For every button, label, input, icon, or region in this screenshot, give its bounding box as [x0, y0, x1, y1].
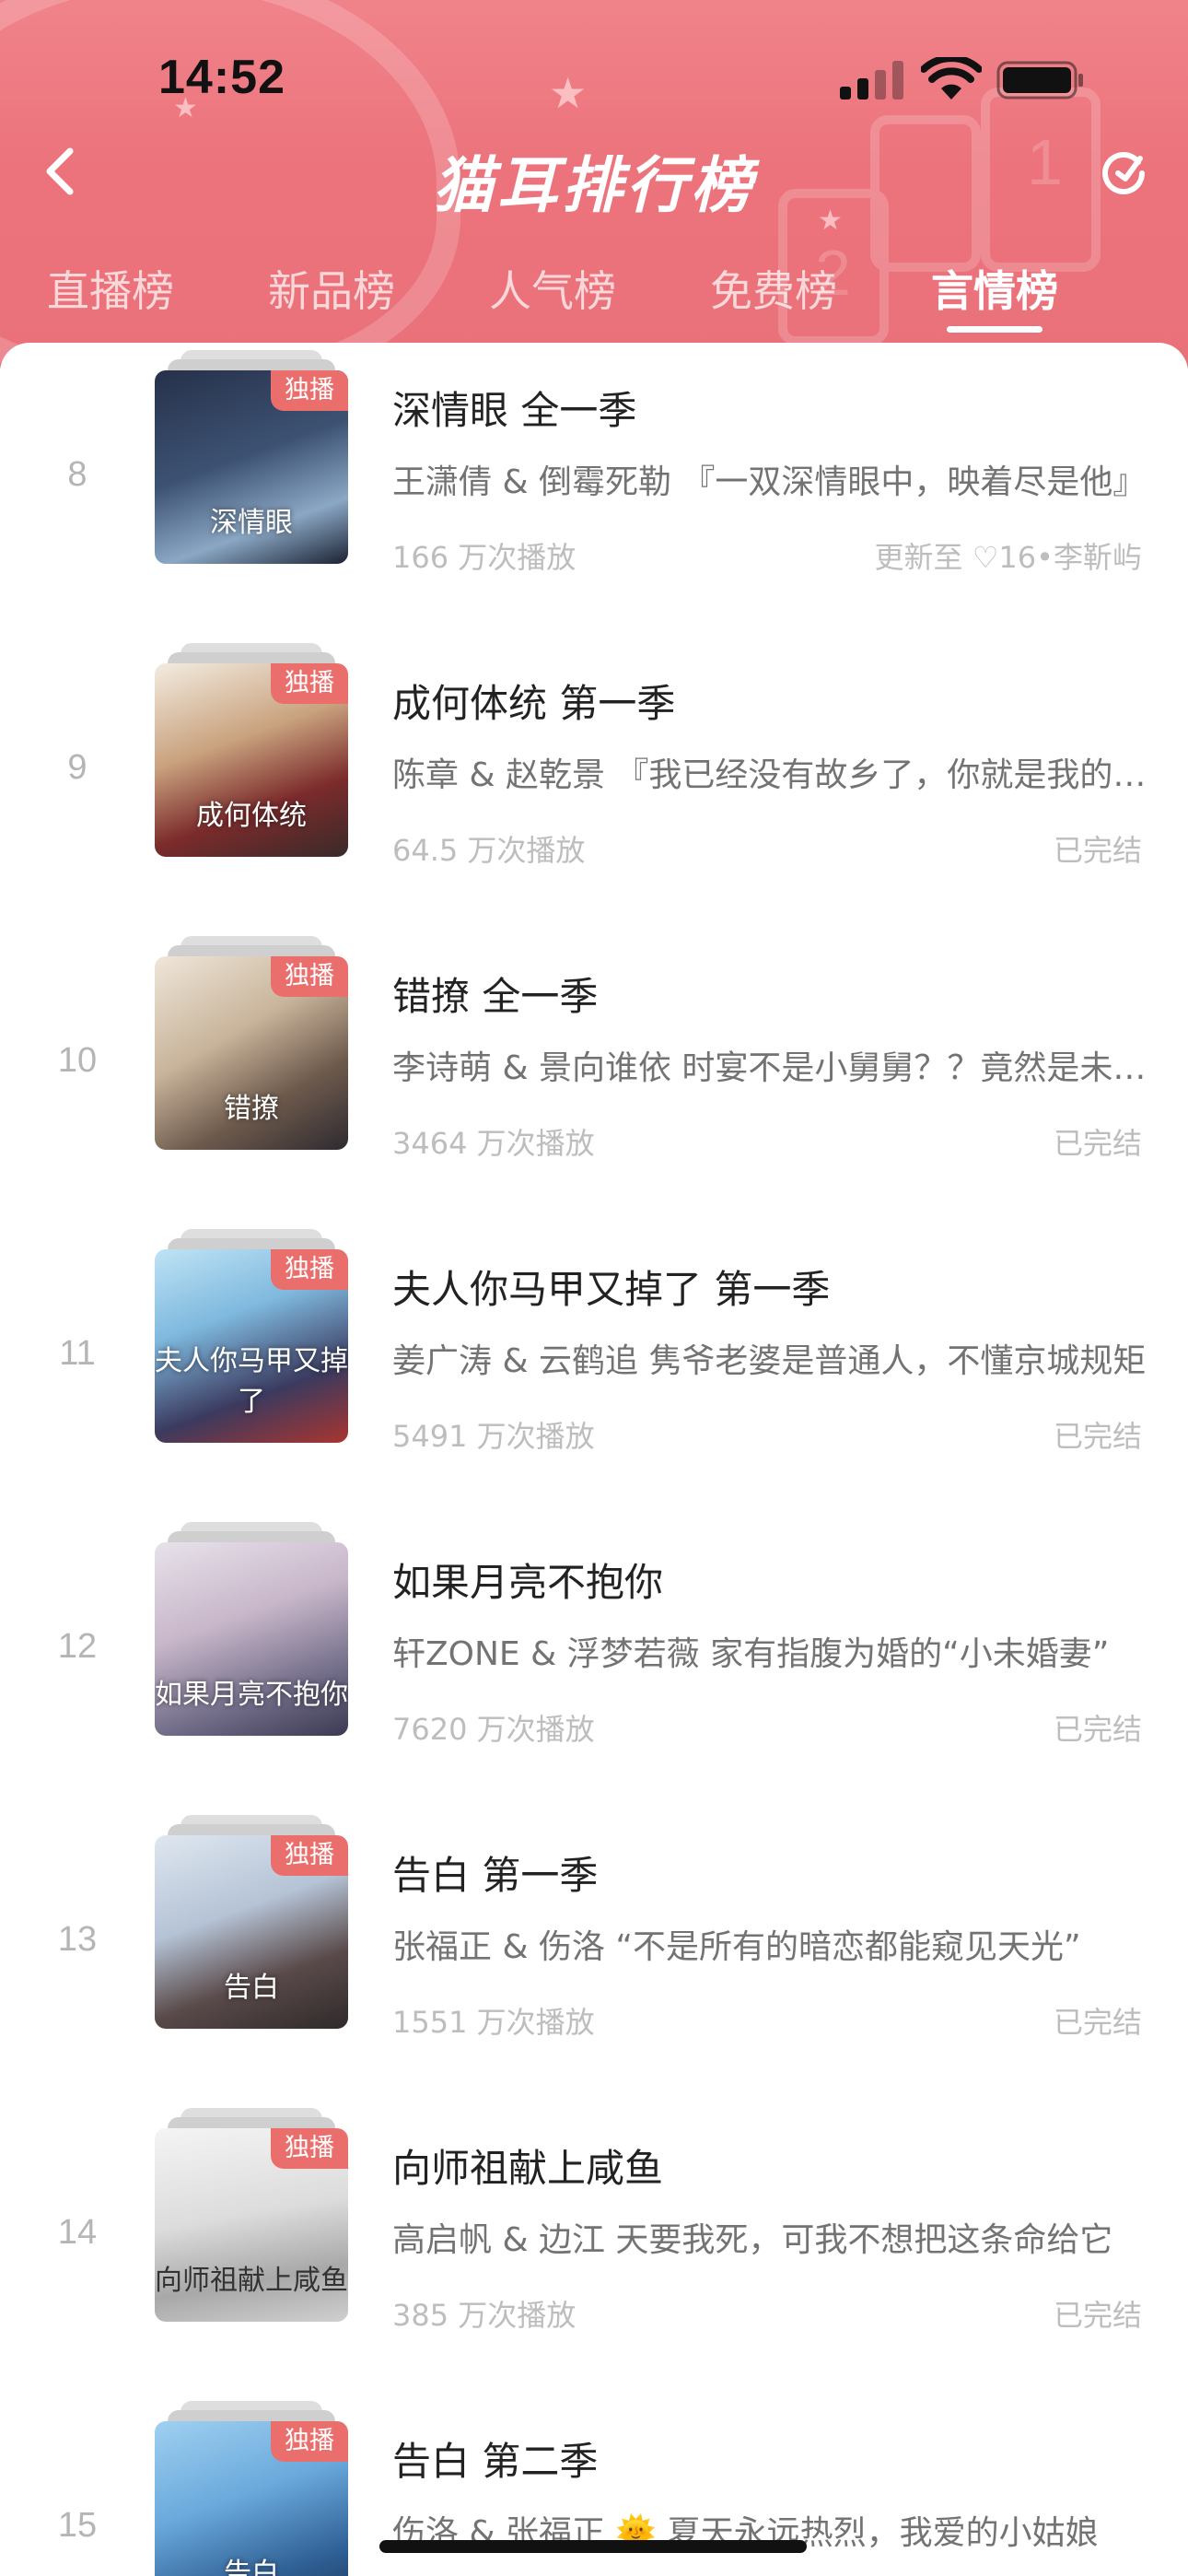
wifi-icon	[921, 57, 982, 100]
cover-image: 错撩 独播	[155, 956, 348, 1150]
list-item[interactable]: 10 错撩 独播 错撩 全一季 李诗萌 & 景向谁依 时宴不是小舅舅？？竟然是未…	[0, 929, 1188, 1222]
tab-romance[interactable]: 言情榜	[903, 258, 1087, 319]
cover-image: 告白 独播	[155, 1835, 348, 2029]
play-count: 64.5 万次播放	[392, 833, 586, 868]
cover-image: 夫人你马甲又掉了 独播	[155, 1249, 348, 1443]
play-count: 385 万次播放	[392, 2298, 577, 2333]
exclusive-badge: 独播	[271, 2128, 348, 2169]
rank-number: 12	[57, 1627, 98, 1666]
list-item[interactable]: 12 如果月亮不抱你 如果月亮不抱你 轩ZONE & 浮梦若薇 家有指腹为婚的“…	[0, 1515, 1188, 1808]
cover-image: 向师祖献上咸鱼 独播	[155, 2128, 348, 2322]
status-bar: 14:52	[0, 0, 1188, 157]
update-status: 已完结	[1053, 1712, 1142, 1747]
rank-number: 8	[67, 455, 87, 494]
cover[interactable]: 成何体统 独播	[155, 643, 348, 875]
exclusive-badge: 独播	[271, 2421, 348, 2462]
list-item[interactable]: 11 夫人你马甲又掉了 独播 夫人你马甲又掉了 第一季 姜广涛 & 云鹤追 隽爷…	[0, 1222, 1188, 1515]
exclusive-badge: 独播	[271, 1249, 348, 1290]
list-item[interactable]: 9 成何体统 独播 成何体统 第一季 陈章 & 赵乾景 『我已经没有故乡了，你就…	[0, 636, 1188, 929]
tab-popular[interactable]: 人气榜	[460, 258, 645, 319]
item-description: 李诗萌 & 景向谁依 时宴不是小舅舅？？竟然是未婚夫	[392, 1049, 1147, 1087]
item-title: 告白 第二季	[392, 2439, 599, 2484]
play-count: 7620 万次播放	[392, 1712, 595, 1747]
update-status: 更新至 ♡16•李靳屿	[874, 540, 1142, 575]
rank-number: 15	[57, 2506, 98, 2545]
exclusive-badge: 独播	[271, 370, 348, 411]
tab-live[interactable]: 直播榜	[18, 258, 203, 319]
list-item[interactable]: 13 告白 独播 告白 第一季 张福正 & 伤洛 “不是所有的暗恋都能窥见天光”…	[0, 1808, 1188, 2101]
list-item[interactable]: 8 深情眼 独播 深情眼 全一季 王潇倩 & 倒霉死勒 『一双深情眼中，映着尽是…	[0, 343, 1188, 636]
ranking-list: 8 深情眼 独播 深情眼 全一季 王潇倩 & 倒霉死勒 『一双深情眼中，映着尽是…	[0, 343, 1188, 2576]
page-title: 猫耳排行榜	[433, 151, 755, 219]
rank-number: 11	[59, 1334, 96, 1373]
cover-image: 如果月亮不抱你	[155, 1542, 348, 1736]
exclusive-badge: 独播	[271, 1835, 348, 1876]
item-description: 王潇倩 & 倒霉死勒 『一双深情眼中，映着尽是他』	[392, 463, 1147, 501]
exclusive-badge: 独播	[271, 663, 348, 704]
item-title: 成何体统 第一季	[392, 681, 676, 726]
cover[interactable]: 深情眼 独播	[155, 350, 348, 582]
cover[interactable]: 如果月亮不抱你	[155, 1522, 348, 1754]
rank-number: 14	[57, 2213, 98, 2252]
cover[interactable]: 告白 独播	[155, 1815, 348, 2047]
cover[interactable]: 夫人你马甲又掉了 独播	[155, 1229, 348, 1461]
cover-image: 深情眼 独播	[155, 370, 348, 564]
item-title: 告白 第一季	[392, 1853, 599, 1898]
cover-image: 告白 独播	[155, 2421, 348, 2576]
item-title: 深情眼 全一季	[392, 388, 637, 433]
ranking-tabs: 直播榜 新品榜 人气榜 免费榜 言情榜	[0, 258, 1188, 341]
item-description: 姜广涛 & 云鹤追 隽爷老婆是普通人，不懂京城规矩	[392, 1342, 1147, 1380]
update-status: 已完结	[1053, 833, 1142, 868]
item-description: 高启帆 & 边江 天要我死，可我不想把这条命给它	[392, 2221, 1113, 2259]
item-description: 陈章 & 赵乾景 『我已经没有故乡了，你就是我的故乡』	[392, 756, 1147, 794]
play-count: 166 万次播放	[392, 540, 577, 575]
item-title: 如果月亮不抱你	[392, 1560, 664, 1605]
play-count: 5491 万次播放	[392, 1419, 595, 1454]
cover-image: 成何体统 独播	[155, 663, 348, 857]
header: 1 2 ★ ★ ★ 14:52 猫耳排行榜 直播榜 新品榜 人气榜 免费榜 言情…	[0, 0, 1188, 369]
tab-new[interactable]: 新品榜	[239, 258, 424, 319]
cover[interactable]: 向师祖献上咸鱼 独播	[155, 2108, 348, 2340]
rank-number: 13	[57, 1920, 98, 1959]
item-description: 轩ZONE & 浮梦若薇 家有指腹为婚的“小未婚妻”	[392, 1635, 1110, 1673]
item-title: 向师祖献上咸鱼	[392, 2146, 664, 2191]
cover[interactable]: 错撩 独播	[155, 936, 348, 1168]
refresh-icon[interactable]	[1098, 146, 1149, 197]
tab-free[interactable]: 免费榜	[681, 258, 866, 319]
item-title: 夫人你马甲又掉了 第一季	[392, 1267, 831, 1312]
update-status: 已完结	[1053, 2298, 1142, 2333]
status-time: 14:52	[158, 51, 285, 104]
update-status: 已完结	[1053, 1126, 1142, 1161]
signal-icon	[840, 61, 903, 100]
play-count: 3464 万次播放	[392, 1126, 595, 1161]
battery-icon	[996, 61, 1083, 100]
cover[interactable]: 告白 独播	[155, 2401, 348, 2576]
item-title: 错撩 全一季	[392, 974, 599, 1019]
update-status: 已完结	[1053, 2005, 1142, 2040]
item-description: 张福正 & 伤洛 “不是所有的暗恋都能窥见天光”	[392, 1928, 1081, 1966]
home-indicator[interactable]	[379, 2540, 807, 2553]
rank-number: 9	[67, 748, 87, 787]
play-count: 1551 万次播放	[392, 2005, 595, 2040]
rank-number: 10	[57, 1041, 98, 1080]
list-item[interactable]: 14 向师祖献上咸鱼 独播 向师祖献上咸鱼 高启帆 & 边江 天要我死，可我不想…	[0, 2101, 1188, 2394]
update-status: 已完结	[1053, 1419, 1142, 1454]
active-tab-indicator	[947, 326, 1042, 333]
exclusive-badge: 独播	[271, 956, 348, 997]
